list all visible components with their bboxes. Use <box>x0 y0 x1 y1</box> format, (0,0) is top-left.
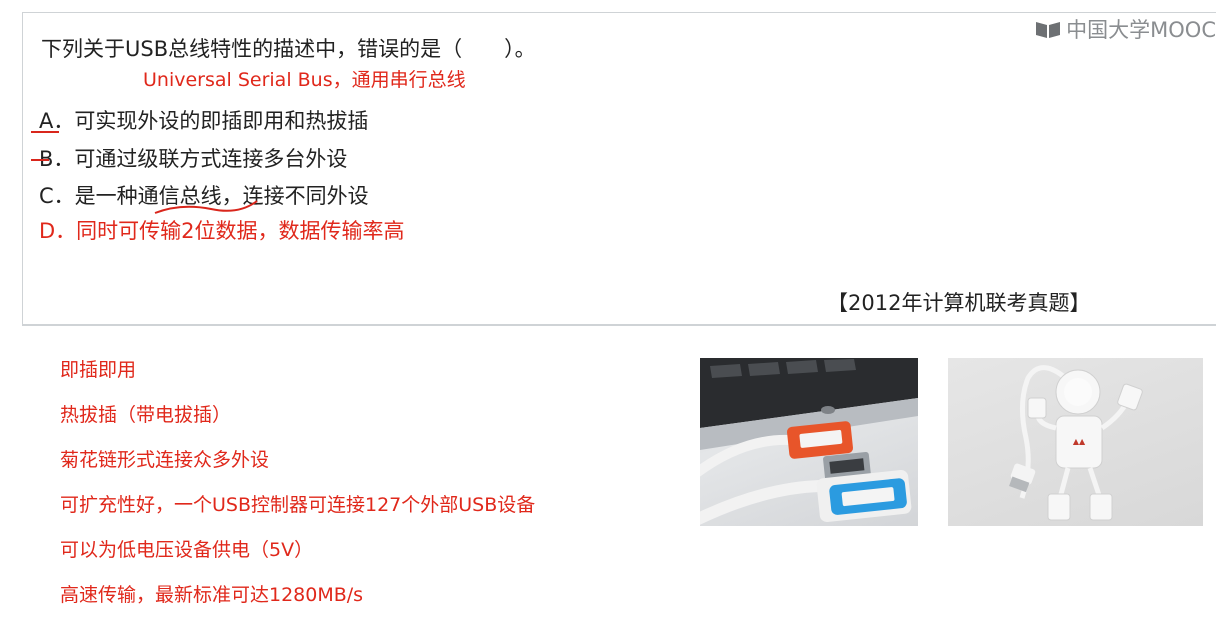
note-item: 可以为低电压设备供电（5V） <box>60 539 314 561</box>
mooc-watermark: 中国大学MOOC <box>1034 15 1216 43</box>
annotation-mark-b <box>31 159 49 161</box>
annotation-underline-c <box>154 200 258 214</box>
option-b: B．可通过级联方式连接多台外设 <box>39 147 348 171</box>
svg-text:▲▲: ▲▲ <box>1073 437 1086 446</box>
annotation-mark-a <box>31 131 59 133</box>
usb-features-notes: 即插即用 热拔插（带电拔插） 菊花链形式连接众多外设 可扩充性好，一个USB控制… <box>60 356 535 626</box>
question-source: 【2012年计算机联考真题】 <box>827 291 1091 315</box>
note-item: 热拔插（带电拔插） <box>60 404 232 426</box>
watermark-text: 中国大学MOOC <box>1066 18 1216 42</box>
usb-hub-robot-photo: ▲▲ <box>948 358 1203 526</box>
note-item: 可扩充性好，一个USB控制器可连接127个外部USB设备 <box>60 494 536 516</box>
question-panel: 中国大学MOOC 下列关于USB总线特性的描述中，错误的是（ ）。 Univer… <box>22 12 1216 326</box>
question-title: 下列关于USB总线特性的描述中，错误的是（ ）。 <box>41 37 536 61</box>
note-item: 菊花链形式连接众多外设 <box>60 449 270 471</box>
option-a: A．可实现外设的即插即用和热拔插 <box>39 109 369 133</box>
slide: 中国大学MOOC 下列关于USB总线特性的描述中，错误的是（ ）。 Univer… <box>0 0 1216 633</box>
note-item: 即插即用 <box>60 359 137 381</box>
question-note: Universal Serial Bus，通用串行总线 <box>143 69 466 91</box>
note-item: 高速传输，最新标准可达1280MB/s <box>60 584 364 606</box>
usb-cable-photo <box>700 358 918 526</box>
mooc-book-icon <box>1036 22 1061 38</box>
